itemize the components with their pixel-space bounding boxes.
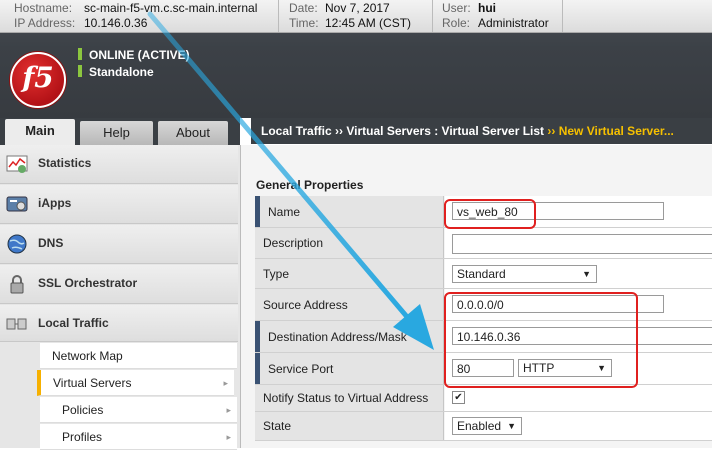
sidebar-subitem-label: Virtual Servers	[53, 376, 132, 390]
device-status: ONLINE (ACTIVE) Standalone	[78, 47, 190, 81]
chevron-right-icon: ▸	[226, 405, 231, 415]
sidebar-item-statistics[interactable]: Statistics	[0, 145, 238, 184]
tab-about[interactable]: About	[158, 121, 228, 145]
form-value-cell: ✔	[445, 385, 712, 411]
form-row-description: Description	[255, 228, 712, 259]
role-value: Administrator	[478, 16, 549, 30]
state-label: State	[255, 412, 444, 440]
section-title: General Properties	[256, 178, 364, 192]
form-row-notify: Notify Status to Virtual Address ✔	[255, 385, 712, 412]
ip-value: 10.146.0.36	[84, 16, 148, 30]
dns-globe-icon	[7, 234, 27, 254]
date-label: Date:	[289, 1, 318, 15]
iapps-icon	[6, 196, 28, 212]
breadcrumb-separator: ››	[547, 124, 556, 138]
annotation-highlight-name	[444, 199, 536, 229]
logo-text: f5	[22, 61, 54, 94]
sidebar-item-label: iApps	[38, 196, 72, 210]
type-select-value: Standard	[457, 267, 506, 281]
sidebar-item-ssl-orchestrator[interactable]: SSL Orchestrator	[0, 265, 238, 304]
breadcrumb-separator: ››	[335, 124, 344, 138]
time-value: 12:45 AM (CST)	[325, 16, 412, 30]
sidebar-item-label: Local Traffic	[38, 316, 109, 330]
form-value-cell	[445, 228, 712, 258]
user-label: User:	[442, 1, 471, 15]
state-select-value: Enabled	[457, 419, 502, 433]
divider	[562, 0, 563, 32]
status-indicator-icon	[78, 48, 82, 60]
type-label: Type	[255, 259, 444, 288]
chevron-right-icon: ▸	[226, 432, 231, 442]
sidebar-subitem-virtual-servers[interactable]: Virtual Servers ▸	[37, 370, 234, 396]
local-traffic-icon	[6, 318, 27, 330]
role-label: Role:	[442, 16, 471, 30]
form-row-state: State Enabled ▼	[255, 412, 712, 441]
form-row-type: Type Standard ▼	[255, 259, 712, 289]
notify-checkbox[interactable]: ✔	[452, 391, 465, 404]
type-select[interactable]: Standard ▼	[452, 265, 597, 283]
sidebar-subitem-network-map[interactable]: Network Map	[40, 343, 237, 369]
sidebar: Statistics iApps DNS SSL Orchestrator Lo…	[0, 145, 241, 450]
source-address-label: Source Address	[255, 289, 444, 320]
breadcrumb-local-traffic[interactable]: Local Traffic	[261, 124, 332, 138]
sidebar-item-label: DNS	[38, 236, 64, 250]
tab-help[interactable]: Help	[80, 121, 153, 145]
hostname-value: sc-main-f5-vm.c.sc-main.internal	[84, 1, 258, 15]
divider	[432, 0, 433, 32]
divider	[278, 0, 279, 32]
sidebar-subitem-profiles[interactable]: Profiles ▸	[40, 424, 237, 450]
form-value-cell: Standard ▼	[445, 259, 712, 288]
datetime-info: Date: Nov 7, 2017 Time: 12:45 AM (CST)	[289, 1, 411, 31]
sidebar-item-dns[interactable]: DNS	[0, 225, 238, 264]
breadcrumb-current: New Virtual Server...	[558, 124, 674, 138]
notify-label: Notify Status to Virtual Address	[255, 385, 444, 411]
breadcrumb-virtual-server-list[interactable]: Virtual Servers : Virtual Server List	[346, 124, 544, 138]
sidebar-item-local-traffic[interactable]: Local Traffic	[0, 305, 238, 342]
lock-icon	[10, 275, 24, 294]
sidebar-item-label: Statistics	[38, 156, 92, 170]
status-mode: Standalone	[89, 65, 154, 79]
user-value: hui	[478, 1, 496, 15]
time-label: Time:	[289, 16, 319, 30]
state-select[interactable]: Enabled ▼	[452, 417, 522, 435]
destination-label: Destination Address/Mask	[255, 321, 444, 352]
sidebar-item-label: SSL Orchestrator	[38, 276, 138, 290]
system-info-bar: Hostname: sc-main-f5-vm.c.sc-main.interna…	[0, 0, 712, 33]
hostname-label: Hostname:	[14, 1, 73, 15]
chevron-down-icon: ▼	[582, 269, 591, 279]
form-value-cell: Enabled ▼	[445, 412, 712, 440]
f5-logo[interactable]: f5	[10, 52, 66, 108]
sidebar-subitem-label: Network Map	[52, 349, 123, 363]
chevron-right-icon: ▸	[223, 378, 228, 388]
tab-main[interactable]: Main	[5, 119, 75, 145]
description-label: Description	[255, 228, 444, 258]
status-indicator-icon	[78, 65, 82, 77]
sidebar-subitem-policies[interactable]: Policies ▸	[40, 397, 237, 423]
sidebar-subitem-label: Profiles	[62, 430, 103, 444]
description-input[interactable]	[452, 234, 712, 254]
annotation-highlight-addresses	[444, 292, 638, 388]
ip-label: IP Address:	[14, 16, 76, 30]
statistics-icon	[6, 155, 28, 173]
sidebar-item-iapps[interactable]: iApps	[0, 185, 238, 224]
breadcrumb: Local Traffic ›› Virtual Servers : Virtu…	[251, 118, 712, 144]
sidebar-subitem-label: Policies	[62, 403, 104, 417]
service-port-label: Service Port	[255, 353, 444, 384]
name-label: Name	[255, 196, 444, 227]
date-value: Nov 7, 2017	[325, 1, 390, 15]
status-online: ONLINE (ACTIVE)	[89, 48, 190, 62]
host-info: Hostname: sc-main-f5-vm.c.sc-main.interna…	[14, 1, 257, 31]
user-info: User: hui Role: Administrator	[442, 1, 549, 31]
main-tabs: Main Help About	[0, 118, 240, 145]
chevron-down-icon: ▼	[507, 421, 516, 431]
